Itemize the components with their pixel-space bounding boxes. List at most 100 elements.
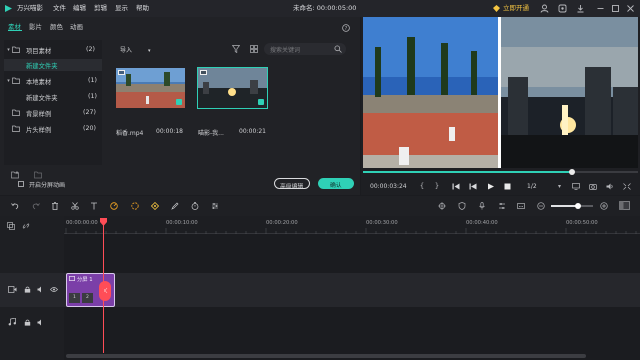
timeline-scrollbar[interactable]	[66, 354, 586, 358]
video-badge-icon	[118, 70, 125, 75]
link-icon[interactable]	[22, 222, 30, 230]
diamond-icon[interactable]	[492, 4, 501, 13]
tree-item-project[interactable]: ▾ 项目素材 (2)	[4, 44, 102, 56]
chevron-down-icon: ▾	[7, 47, 10, 53]
stop-icon[interactable]	[504, 183, 511, 190]
menu-edit[interactable]: 编辑	[73, 0, 86, 17]
text-icon[interactable]	[90, 202, 98, 210]
zoom-slider-fill	[551, 205, 577, 207]
adjust-icon[interactable]	[211, 202, 219, 210]
lock-icon[interactable]	[24, 319, 31, 326]
media-thumb-1-duration: 00:00:18	[156, 128, 183, 135]
download-icon[interactable]	[576, 4, 585, 13]
tree-item-new-folder-selected[interactable]: 新建文件夹	[4, 59, 102, 71]
video-track-header	[0, 273, 64, 307]
confirm-button[interactable]: 确认	[318, 178, 354, 189]
filter-icon[interactable]	[232, 45, 240, 53]
tree-item-count: (1)	[88, 93, 97, 100]
project-title: 未命名: 00:00:05:00	[293, 4, 357, 12]
timeline-clip[interactable]: 分屏 1 1 2	[66, 273, 115, 307]
tree-item-intro[interactable]: 片头样例 (20)	[4, 123, 102, 135]
render-icon[interactable]	[438, 202, 446, 210]
tab-color[interactable]: 颜色	[50, 21, 63, 31]
subtitle-icon[interactable]	[517, 202, 525, 210]
tree-item-background[interactable]: 背景样例 (27)	[4, 107, 102, 119]
open-vip-button[interactable]: 立即开通	[503, 0, 529, 17]
video-track-icon	[8, 286, 17, 293]
quality-chevron-icon[interactable]: ▾	[556, 183, 563, 191]
loop-icon[interactable]	[131, 202, 139, 210]
timeline-ruler[interactable]: 00:00:00:00 00:00:10:00 00:00:20:00 00:0…	[64, 216, 640, 234]
preview-progress-handle[interactable]	[569, 169, 575, 175]
playhead-handle[interactable]	[100, 218, 107, 226]
tree-item-label: 新建文件夹	[26, 95, 58, 102]
cut-icon[interactable]	[71, 202, 79, 210]
tree-item-local-new-folder[interactable]: 新建文件夹 (1)	[4, 91, 102, 103]
quality-label[interactable]: 1/2	[527, 183, 537, 190]
tab-animation[interactable]: 动画	[70, 21, 83, 31]
eye-icon[interactable]	[50, 286, 58, 293]
preview-video[interactable]	[363, 17, 638, 168]
redo-icon[interactable]	[32, 202, 40, 210]
menu-clip[interactable]: 剪辑	[94, 0, 107, 17]
mic-icon[interactable]	[478, 202, 486, 210]
playhead[interactable]	[103, 219, 104, 353]
check-icon	[176, 99, 182, 105]
media-thumb-1-image	[116, 68, 185, 108]
tree-item-local[interactable]: ▾ 本地素材 (1)	[4, 75, 102, 87]
fullscreen-icon[interactable]	[623, 183, 631, 190]
account-icon[interactable]	[540, 4, 549, 13]
monitor-icon[interactable]	[572, 183, 580, 190]
menu-help[interactable]: 帮助	[136, 0, 149, 17]
keyframe-icon[interactable]	[151, 202, 159, 210]
audio-mix-icon[interactable]	[498, 202, 506, 210]
add-track-icon[interactable]	[7, 222, 15, 230]
close-icon[interactable]	[626, 4, 635, 13]
ruler-label: 00:00:00:00	[66, 220, 98, 226]
undo-icon[interactable]	[11, 202, 19, 210]
bracket-in-icon[interactable]: {	[419, 182, 425, 190]
search-icon[interactable]	[334, 45, 342, 53]
notification-icon[interactable]	[558, 4, 567, 13]
menu-file[interactable]: 文件	[53, 0, 66, 17]
bracket-out-icon[interactable]: }	[434, 182, 440, 190]
split-animation-checkbox[interactable]	[18, 181, 24, 187]
lock-icon[interactable]	[24, 286, 31, 293]
shield-icon[interactable]	[458, 202, 466, 210]
search-input[interactable]: 搜索关键词	[264, 43, 346, 55]
speaker-icon[interactable]	[37, 319, 44, 326]
timer-icon[interactable]	[191, 202, 199, 210]
snapshot-icon[interactable]	[589, 183, 597, 190]
zoom-slider-handle[interactable]	[575, 203, 581, 209]
video-track-lane[interactable]	[64, 273, 640, 307]
media-thumb-2[interactable]	[197, 67, 268, 109]
speed-icon[interactable]	[110, 202, 118, 210]
media-thumb-1[interactable]	[116, 68, 185, 108]
zoom-out-icon[interactable]	[537, 202, 545, 210]
add-folder-icon[interactable]	[11, 171, 20, 179]
menu-view[interactable]: 显示	[115, 0, 128, 17]
maximize-icon[interactable]	[611, 4, 620, 13]
tab-movie[interactable]: 影片	[29, 21, 42, 31]
remove-folder-icon[interactable]	[34, 171, 43, 179]
media-thumb-1-name: 稻香.mp4	[116, 130, 144, 137]
folder-icon	[12, 109, 20, 116]
import-dropdown[interactable]: 导入 ▾	[120, 45, 150, 54]
pen-icon[interactable]	[171, 202, 179, 210]
volume-icon[interactable]	[606, 183, 614, 190]
timeline-panel: 00:00:00:00 00:00:10:00 00:00:20:00 00:0…	[0, 216, 640, 360]
minimize-icon[interactable]	[596, 4, 605, 13]
advanced-edit-button[interactable]: 高级编辑	[274, 178, 310, 190]
grid-view-icon[interactable]	[250, 45, 258, 53]
preview-progress-track[interactable]	[363, 169, 638, 175]
speaker-icon[interactable]	[37, 286, 44, 293]
zoom-slider[interactable]	[551, 203, 593, 209]
zoom-in-icon[interactable]	[600, 202, 608, 210]
layout-toggle-icon[interactable]	[619, 201, 630, 210]
help-icon[interactable]: ?	[342, 24, 350, 32]
delete-icon[interactable]	[51, 202, 59, 210]
media-thumb-2-image	[198, 68, 267, 108]
prev-frame-icon[interactable]	[452, 183, 460, 190]
play-reverse-icon[interactable]	[469, 183, 477, 190]
play-icon[interactable]	[487, 183, 495, 190]
